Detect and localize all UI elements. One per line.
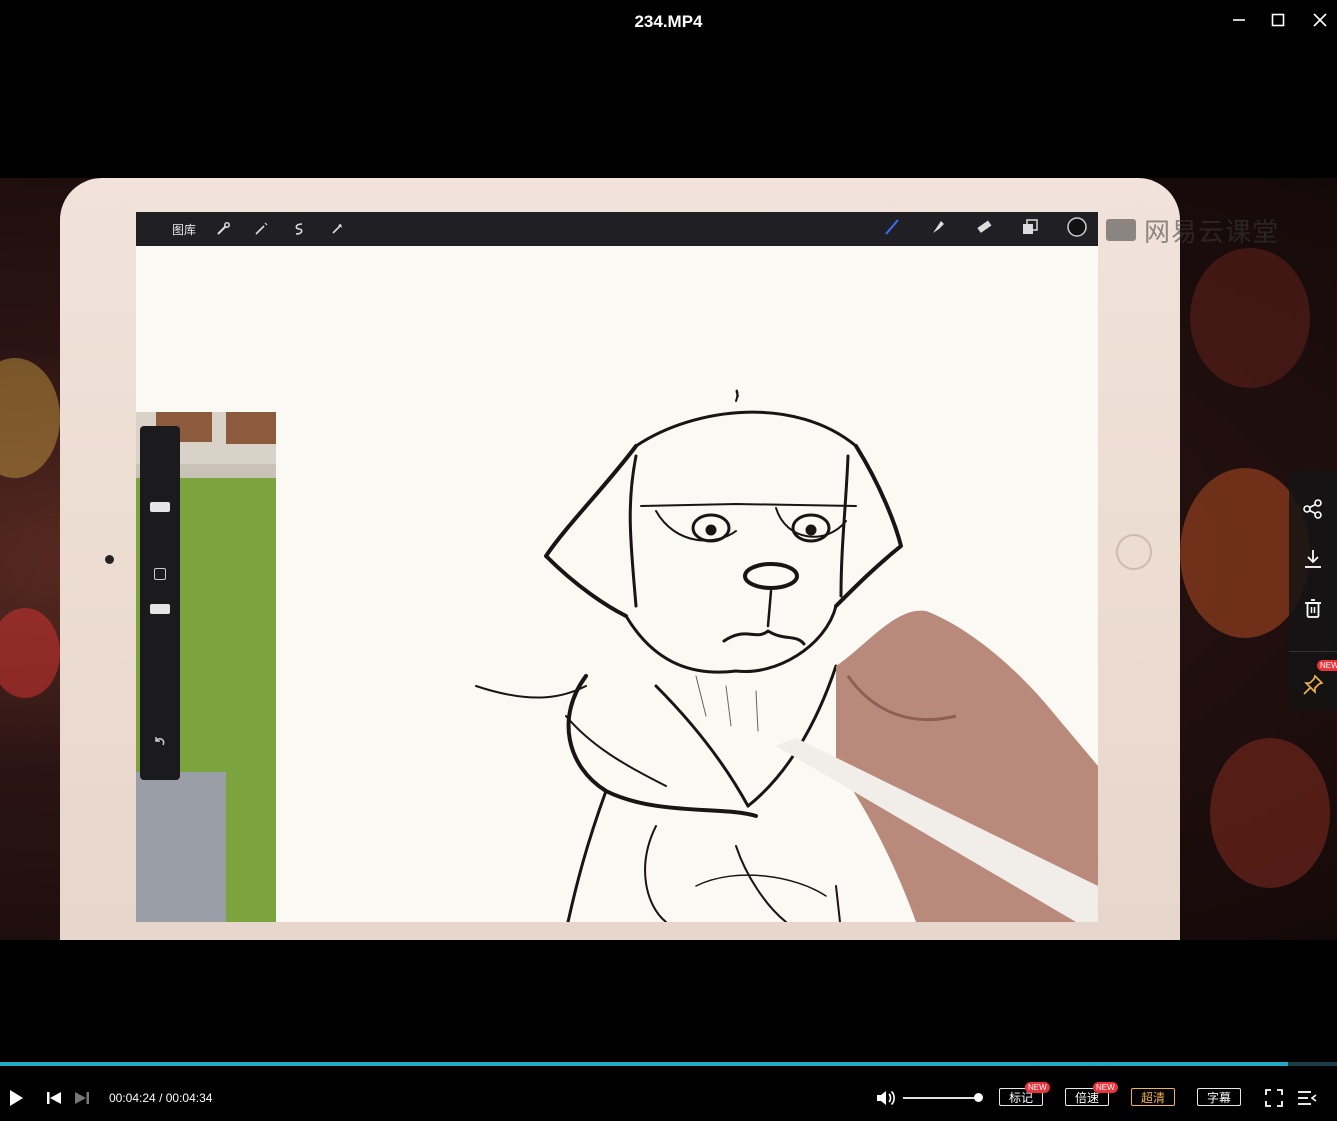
layers-icon	[1020, 217, 1040, 241]
side-action-panel: NEW	[1289, 471, 1337, 711]
color-icon	[1066, 216, 1088, 242]
magic-wand-icon	[250, 218, 272, 240]
skip-previous-icon	[47, 1092, 61, 1104]
delete-button[interactable]	[1289, 589, 1337, 629]
maximize-button[interactable]	[1263, 8, 1293, 32]
next-button[interactable]	[71, 1087, 93, 1109]
player-controls: 00:04:24 / 00:04:34 标记 NEW 倍速 NEW 超清 字幕	[0, 1074, 1337, 1121]
background-pattern	[1190, 248, 1310, 388]
watermark: 网易云课堂	[1104, 212, 1279, 249]
fullscreen-button[interactable]	[1262, 1086, 1286, 1110]
previous-button[interactable]	[43, 1087, 65, 1109]
progress-fill	[0, 1062, 1289, 1066]
time-display: 00:04:24 / 00:04:34	[109, 1091, 212, 1105]
volume-slider[interactable]	[903, 1097, 979, 1099]
background-pattern	[1210, 738, 1330, 888]
subtitle-button[interactable]: 字幕	[1197, 1088, 1241, 1106]
undo-icon	[155, 737, 165, 746]
progress-bar[interactable]	[0, 1062, 1337, 1066]
download-button[interactable]	[1289, 539, 1337, 579]
watermark-logo-icon	[1106, 218, 1136, 241]
share-button[interactable]	[1289, 489, 1337, 529]
volume-slider-handle[interactable]	[974, 1093, 983, 1102]
pin-icon	[1303, 674, 1324, 695]
panel-divider	[1289, 651, 1337, 652]
modify-square-icon	[154, 568, 166, 580]
gallery-label: 图库	[172, 222, 197, 237]
arrow-icon	[326, 218, 348, 240]
volume-icon	[877, 1090, 895, 1106]
window-title: 234.MP4	[634, 12, 703, 31]
download-icon	[1305, 550, 1321, 568]
minimize-icon	[1233, 19, 1245, 21]
title-bar: 234.MP4	[0, 0, 1337, 44]
volume-button[interactable]	[874, 1086, 898, 1110]
brush-size-slider	[150, 502, 170, 512]
speed-new-badge: NEW	[1093, 1082, 1118, 1093]
wrench-icon	[212, 218, 234, 240]
share-icon	[1303, 499, 1322, 519]
watermark-text: 网易云课堂	[1144, 218, 1280, 248]
skip-next-icon	[75, 1092, 89, 1104]
tablet-camera	[105, 555, 114, 564]
total-time: 00:04:34	[165, 1091, 213, 1105]
eraser-icon	[974, 217, 994, 241]
background-pattern	[0, 358, 60, 478]
opacity-slider	[150, 604, 170, 614]
playlist-icon	[1298, 1091, 1317, 1105]
close-button[interactable]	[1305, 8, 1335, 32]
play-button[interactable]	[4, 1086, 28, 1110]
video-frame[interactable]: 图库 网易云课堂	[0, 178, 1337, 940]
selection-icon	[288, 218, 310, 240]
smudge-icon	[928, 217, 948, 241]
minimize-button[interactable]	[1224, 8, 1254, 32]
fullscreen-icon	[1265, 1089, 1283, 1107]
drawing-app-toolbar: 图库	[136, 212, 1098, 246]
time-separator: /	[159, 1091, 163, 1105]
close-icon	[1313, 13, 1327, 27]
pin-new-badge: NEW	[1317, 660, 1337, 671]
mark-new-badge: NEW	[1025, 1082, 1050, 1093]
trash-icon	[1305, 599, 1321, 618]
current-time: 00:04:24	[109, 1091, 156, 1105]
hand-with-pencil	[776, 610, 1098, 922]
background-pattern	[0, 608, 60, 698]
drawing-app-sidebar	[140, 426, 180, 780]
pin-button[interactable]	[1289, 665, 1337, 705]
drawing-canvas	[136, 246, 1098, 922]
maximize-icon	[1271, 13, 1285, 27]
play-icon	[10, 1090, 23, 1106]
playlist-button[interactable]	[1295, 1086, 1319, 1110]
tablet-screen: 图库	[136, 212, 1098, 922]
brush-icon	[882, 217, 902, 241]
quality-button[interactable]: 超清	[1131, 1088, 1175, 1106]
tablet-home-button	[1116, 534, 1152, 570]
